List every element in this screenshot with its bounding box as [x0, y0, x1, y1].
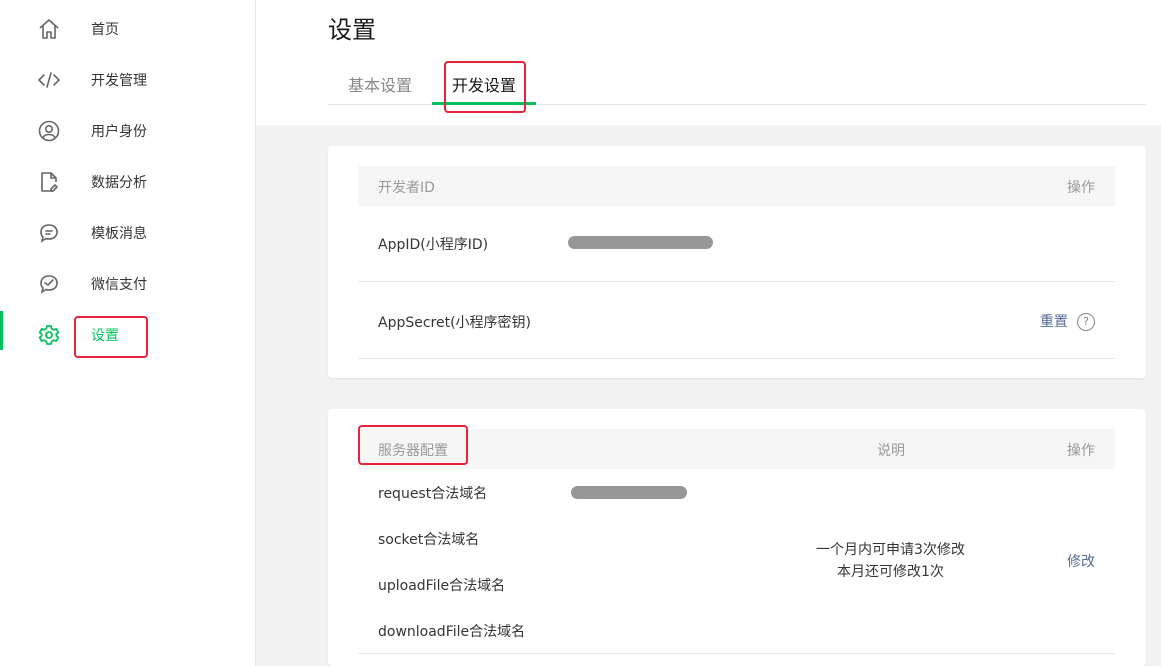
header-action: 操作 — [1067, 180, 1095, 196]
highlight-box-settings — [74, 316, 148, 358]
sidebar-item-template-message[interactable]: 模板消息 — [0, 207, 255, 258]
sidebar-item-label: 首页 — [91, 21, 119, 38]
sidebar-item-dev-management[interactable]: 开发管理 — [0, 54, 255, 105]
note-line-2: 本月还可修改1次 — [837, 564, 944, 580]
header-action: 操作 — [1067, 443, 1095, 459]
table-row-appid: AppID(小程序ID) — [358, 206, 1115, 282]
developer-table-header: 开发者ID 操作 — [358, 166, 1115, 206]
request-domain-label: request合法域名 — [378, 486, 488, 502]
sidebar-item-label: 模板消息 — [91, 225, 147, 242]
masked-appid-value — [568, 236, 713, 249]
highlight-box-dev-tab — [444, 61, 526, 113]
appsecret-actions: 重置 ? — [1040, 311, 1095, 331]
sidebar-item-user-identity[interactable]: 用户身份 — [0, 105, 255, 156]
home-icon — [37, 17, 61, 41]
sidebar-item-label: 数据分析 — [91, 174, 147, 191]
main-content: 设置 基本设置 开发设置 开发者ID 操作 AppID(小程序ID) AppSe… — [256, 0, 1161, 666]
gear-icon — [37, 323, 61, 347]
server-table-header: 服务器配置 说明 操作 — [358, 429, 1115, 469]
sidebar-item-wechat-pay[interactable]: 微信支付 — [0, 258, 255, 309]
sidebar-item-home[interactable]: 首页 — [0, 3, 255, 54]
sidebar-item-data-analysis[interactable]: 数据分析 — [0, 156, 255, 207]
tab-basic-settings[interactable]: 基本设置 — [348, 72, 412, 96]
highlight-box-server-config — [358, 425, 468, 465]
reset-button[interactable]: 重置 — [1040, 314, 1068, 330]
payment-icon — [37, 272, 61, 296]
modify-button[interactable]: 修改 — [1067, 551, 1095, 571]
upload-domain-label: uploadFile合法域名 — [378, 578, 506, 594]
modify-limit-note: 一个月内可申请3次修改 本月还可修改1次 — [798, 539, 983, 583]
developer-id-card: 开发者ID 操作 AppID(小程序ID) AppSecret(小程序密钥) 重… — [328, 146, 1146, 378]
header-description: 说明 — [877, 443, 905, 459]
download-domain-label: downloadFile合法域名 — [378, 624, 526, 640]
divider — [358, 653, 1115, 654]
sidebar: 首页 开发管理 用户身份 数据分析 模板消息 微信支付 设置 — [0, 0, 256, 666]
appid-label: AppID(小程序ID) — [378, 237, 489, 253]
message-icon — [37, 221, 61, 245]
sidebar-item-label: 用户身份 — [91, 123, 147, 140]
code-icon — [37, 68, 61, 92]
header-developer-id: 开发者ID — [378, 180, 435, 196]
user-icon — [37, 119, 61, 143]
document-icon — [37, 170, 61, 194]
table-row-appsecret: AppSecret(小程序密钥) 重置 ? — [358, 282, 1115, 359]
appsecret-label: AppSecret(小程序密钥) — [378, 315, 532, 331]
help-icon[interactable]: ? — [1077, 312, 1095, 331]
sidebar-item-label: 开发管理 — [91, 72, 147, 89]
sidebar-item-label: 微信支付 — [91, 276, 147, 293]
page-title: 设置 — [328, 16, 376, 44]
note-line-1: 一个月内可申请3次修改 — [816, 542, 965, 558]
server-config-card: 服务器配置 说明 操作 request合法域名 socket合法域名 uploa… — [328, 409, 1146, 666]
socket-domain-label: socket合法域名 — [378, 532, 480, 548]
masked-request-domain — [571, 486, 687, 499]
